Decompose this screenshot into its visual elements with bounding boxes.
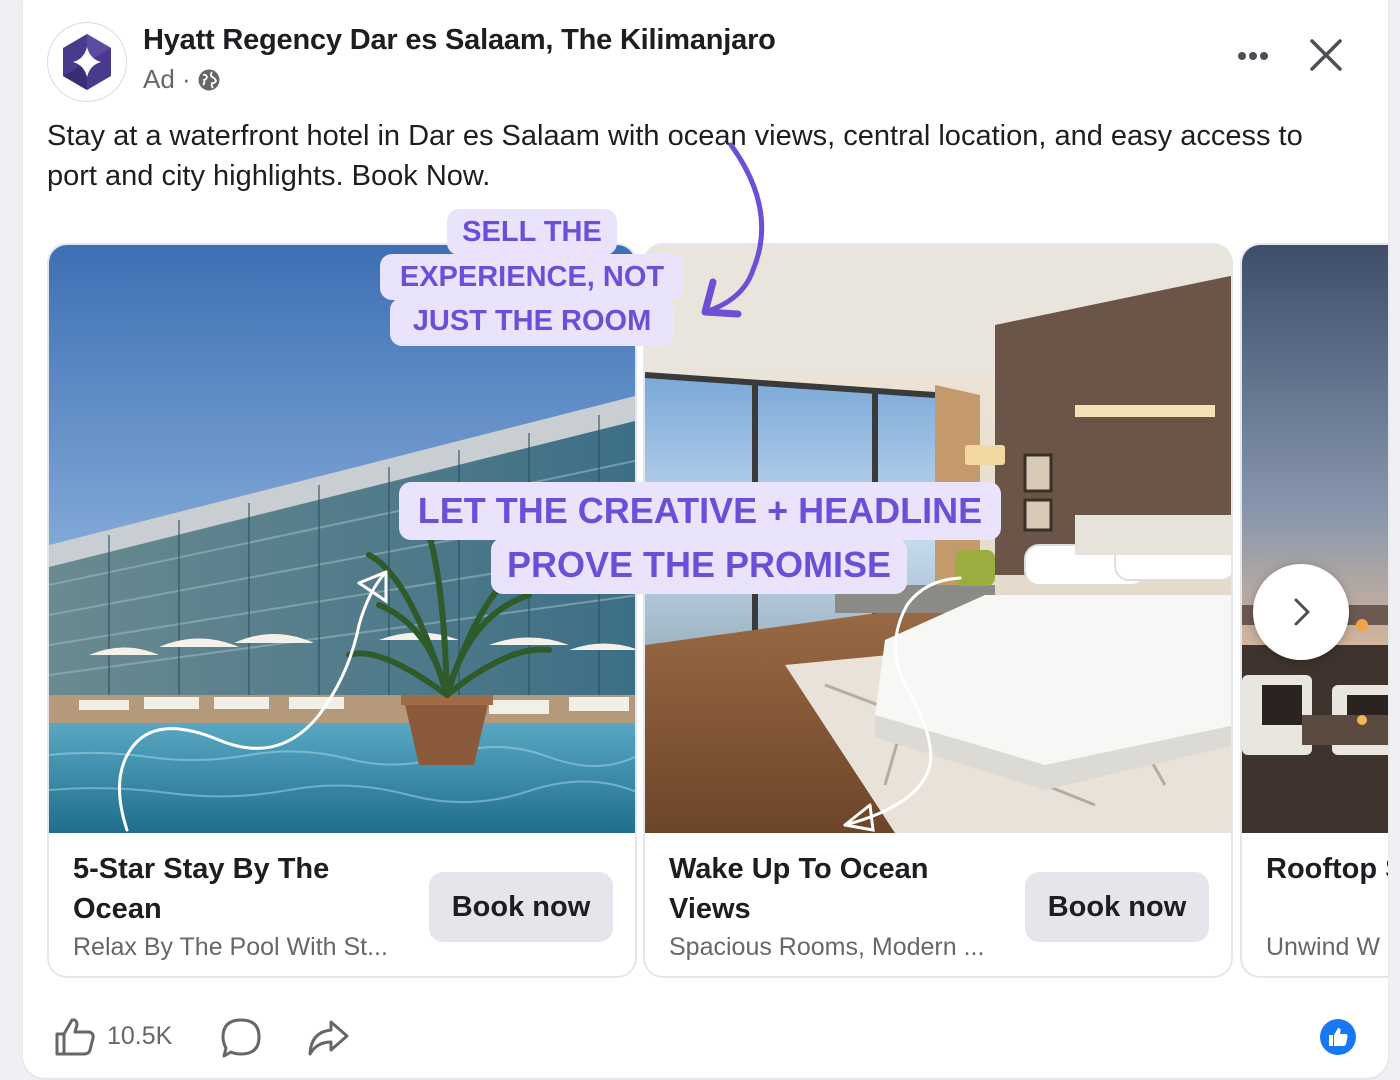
like-icon	[55, 1018, 95, 1056]
close-button[interactable]	[1303, 32, 1349, 78]
post-footer: 10.5K	[23, 1000, 1388, 1078]
card-description: Spacious Rooms, Modern ...	[669, 933, 985, 961]
card-title[interactable]: Rooftop Sunset Vi	[1266, 849, 1388, 889]
globe-icon	[198, 69, 220, 90]
card-description: Unwind W	[1266, 933, 1380, 961]
curved-arrow-annotation	[701, 142, 765, 318]
callout-top-line3: JUST THE ROOM	[390, 298, 674, 346]
card-title[interactable]: Wake Up To Ocean Views	[669, 849, 1009, 929]
more-dots-icon	[1238, 52, 1268, 60]
card-image-rooftop[interactable]	[1242, 245, 1388, 833]
sponsored-line: Ad ·	[143, 64, 221, 95]
callout-mid-line2: PROVE THE PROMISE	[491, 538, 907, 594]
callout-mid-line1: LET THE CREATIVE + HEADLINE	[399, 482, 1001, 540]
carousel-card-pool[interactable]: 5-Star Stay By The Ocean Relax By The Po…	[47, 243, 637, 978]
share-icon	[308, 1020, 349, 1056]
callout-top-line1: SELL THE	[447, 209, 617, 255]
carousel: 5-Star Stay By The Ocean Relax By The Po…	[47, 243, 1388, 978]
like-reaction-icon	[1320, 1019, 1356, 1055]
rooftop-sunset-image	[1242, 245, 1388, 833]
ad-post-card: Hyatt Regency Dar es Salaam, The Kiliman…	[23, 0, 1388, 1078]
card-title[interactable]: 5-Star Stay By The Ocean	[73, 849, 413, 929]
card-description: Relax By The Pool With St...	[73, 933, 388, 961]
callout-top-line2: EXPERIENCE, NOT	[380, 254, 684, 300]
chevron-right-icon	[1294, 598, 1310, 626]
like-button[interactable]: 10.5K	[53, 1014, 172, 1058]
page-name[interactable]: Hyatt Regency Dar es Salaam, The Kiliman…	[143, 24, 776, 57]
reaction-summary[interactable]	[1319, 1018, 1357, 1056]
close-icon	[1310, 39, 1342, 71]
share-button[interactable]	[305, 1016, 351, 1060]
book-now-button[interactable]: Book now	[1025, 872, 1209, 942]
page-avatar[interactable]	[47, 22, 127, 102]
like-count: 10.5K	[107, 1021, 173, 1050]
carousel-next-button[interactable]	[1253, 564, 1349, 660]
comment-icon	[221, 1018, 261, 1058]
carousel-card-room[interactable]: Wake Up To Ocean Views Spacious Rooms, M…	[643, 243, 1233, 978]
hyatt-logo-icon	[63, 34, 111, 90]
book-now-button[interactable]: Book now	[429, 872, 613, 942]
sponsored-label: Ad ·	[143, 64, 191, 94]
more-options-button[interactable]	[1228, 36, 1278, 76]
comment-button[interactable]	[219, 1016, 263, 1060]
